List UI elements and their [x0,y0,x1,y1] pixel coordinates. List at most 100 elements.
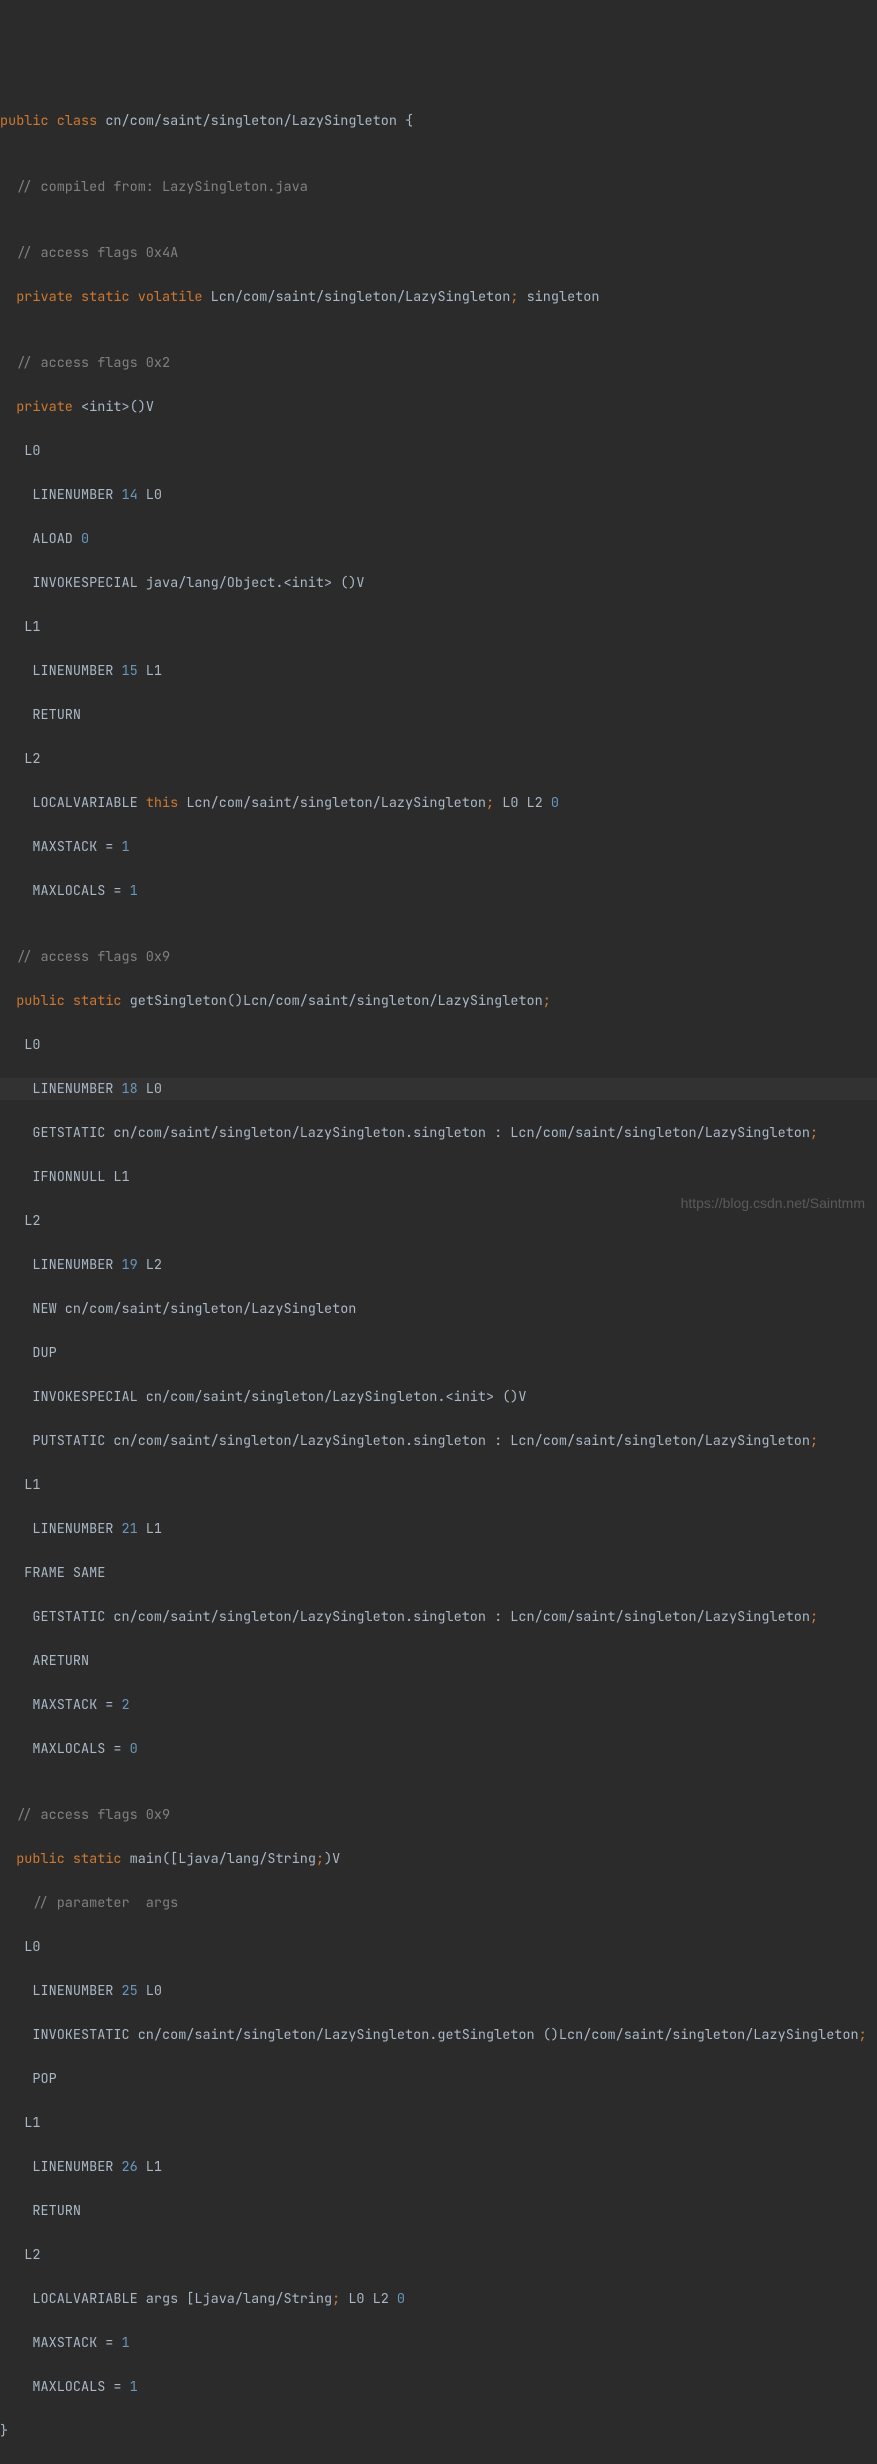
instruction: INVOKESPECIAL java/lang/Object.<init> ()… [0,572,877,594]
method-sig-tail: )V [324,1850,340,1868]
instr-tail: L0 [138,1982,162,2000]
comment: // access flags 0x9 [0,946,877,968]
method-sig: main([Ljava/lang/String [130,1850,316,1868]
instruction: INVOKESPECIAL cn/com/saint/singleton/Laz… [0,1386,877,1408]
semicolon-icon: ; [486,794,494,812]
label: L0 [0,440,877,462]
instr-text: LINENUMBER [0,1256,122,1274]
instruction: LINENUMBER 15 L1 [0,660,877,682]
instruction: NEW cn/com/saint/singleton/LazySingleton [0,1298,877,1320]
instr-text: LINENUMBER [0,1080,122,1098]
instr-tail: L0 L2 [494,794,551,812]
line-number: 19 [122,1256,138,1274]
keyword-private: private [16,288,73,306]
instr-tail: L0 [138,1080,162,1098]
instr-text: PUTSTATIC cn/com/saint/singleton/LazySin… [0,1432,810,1450]
instruction: RETURN [0,2200,877,2222]
number-literal: 0 [81,530,89,548]
instr-tail: L1 [138,2158,162,2176]
instruction: DUP [0,1342,877,1364]
instr-text: LINENUMBER [0,1982,122,2000]
instruction: LINENUMBER 19 L2 [0,1254,877,1276]
label: L0 [0,1936,877,1958]
instruction: RETURN [0,704,877,726]
field-name: singleton [518,288,599,306]
instr-text: MAXSTACK = [0,1696,122,1714]
line-number: 21 [122,1520,138,1538]
instruction: ALOAD 0 [0,528,877,550]
instruction: MAXSTACK = 1 [0,2332,877,2354]
code-editor: public class cn/com/saint/singleton/Lazy… [0,88,877,2464]
keyword-static: static [81,288,130,306]
instruction: LINENUMBER 25 L0 [0,1980,877,2002]
watermark: https://blog.csdn.net/Saintmm [681,1192,865,1214]
semicolon-icon: ; [810,1124,818,1142]
semicolon-icon: ; [332,2290,340,2308]
instr-tail: L1 [138,662,162,680]
line-number: 25 [122,1982,138,2000]
instr-text: LOCALVARIABLE args [Ljava/lang/String [0,2290,332,2308]
line-number: 15 [122,662,138,680]
instruction: GETSTATIC cn/com/saint/singleton/LazySin… [0,1122,877,1144]
keyword-private: private [16,398,73,416]
instr-text: ALOAD [0,530,81,548]
label: L1 [0,2112,877,2134]
instruction: LINENUMBER 21 L1 [0,1518,877,1540]
instr-text: MAXLOCALS = [0,2378,130,2396]
instr-text: GETSTATIC cn/com/saint/singleton/LazySin… [0,1124,810,1142]
instr-text: LINENUMBER [0,662,122,680]
instr-text: MAXLOCALS = [0,1740,130,1758]
instruction: MAXLOCALS = 1 [0,880,877,902]
instr-tail: L2 [138,1256,162,1274]
instr-tail: L0 L2 [340,2290,397,2308]
field-decl: private static volatile Lcn/com/saint/si… [0,286,877,308]
instruction: MAXLOCALS = 1 [0,2376,877,2398]
instruction: MAXLOCALS = 0 [0,1738,877,1760]
instruction: GETSTATIC cn/com/saint/singleton/LazySin… [0,1606,877,1628]
instr-text: MAXLOCALS = [0,882,130,900]
semicolon-icon: ; [859,2026,867,2044]
keyword-this: this [146,794,178,812]
instr-text: INVOKESTATIC cn/com/saint/singleton/Lazy… [0,2026,859,2044]
instr-text: LOCALVARIABLE [0,794,146,812]
number-literal: 1 [130,2378,138,2396]
keyword-static: static [73,992,122,1010]
instruction: LOCALVARIABLE args [Ljava/lang/String; L… [0,2288,877,2310]
instr-text: LINENUMBER [0,2158,122,2176]
instruction: POP [0,2068,877,2090]
number-literal: 0 [397,2290,405,2308]
comment: // access flags 0x2 [0,352,877,374]
semicolon-icon: ; [543,992,551,1010]
instruction: ARETURN [0,1650,877,1672]
instruction-current: LINENUMBER 18 L0 [0,1078,877,1100]
instr-tail: L1 [138,1520,162,1538]
semicolon-icon: ; [810,1432,818,1450]
label: L1 [0,616,877,638]
instr-text: MAXSTACK = [0,2334,122,2352]
method-decl: public static getSingleton()Lcn/com/sain… [0,990,877,1012]
label: L2 [0,2244,877,2266]
instruction: IFNONNULL L1 [0,1166,877,1188]
instruction: LINENUMBER 14 L0 [0,484,877,506]
label: L0 [0,1034,877,1056]
label: L2 [0,748,877,770]
semicolon-icon: ; [316,1850,324,1868]
instruction: MAXSTACK = 2 [0,1694,877,1716]
instr-text: GETSTATIC cn/com/saint/singleton/LazySin… [0,1608,810,1626]
number-literal: 2 [122,1696,130,1714]
comment: // access flags 0x9 [0,1804,877,1826]
instr-tail: L0 [138,486,162,504]
keyword-static: static [73,1850,122,1868]
code-line: public class cn/com/saint/singleton/Lazy… [0,110,877,132]
line-number: 18 [122,1080,138,1098]
method-decl: private <init>()V [0,396,877,418]
type-desc: Lcn/com/saint/singleton/LazySingleton [178,794,486,812]
label: L1 [0,1474,877,1496]
instr-text: MAXSTACK = [0,838,122,856]
number-literal: 1 [122,838,130,856]
line-number: 14 [122,486,138,504]
number-literal: 0 [551,794,559,812]
method-sig: getSingleton()Lcn/com/saint/singleton/La… [130,992,543,1010]
instruction: LINENUMBER 26 L1 [0,2156,877,2178]
instr-text: LINENUMBER [0,1520,122,1538]
